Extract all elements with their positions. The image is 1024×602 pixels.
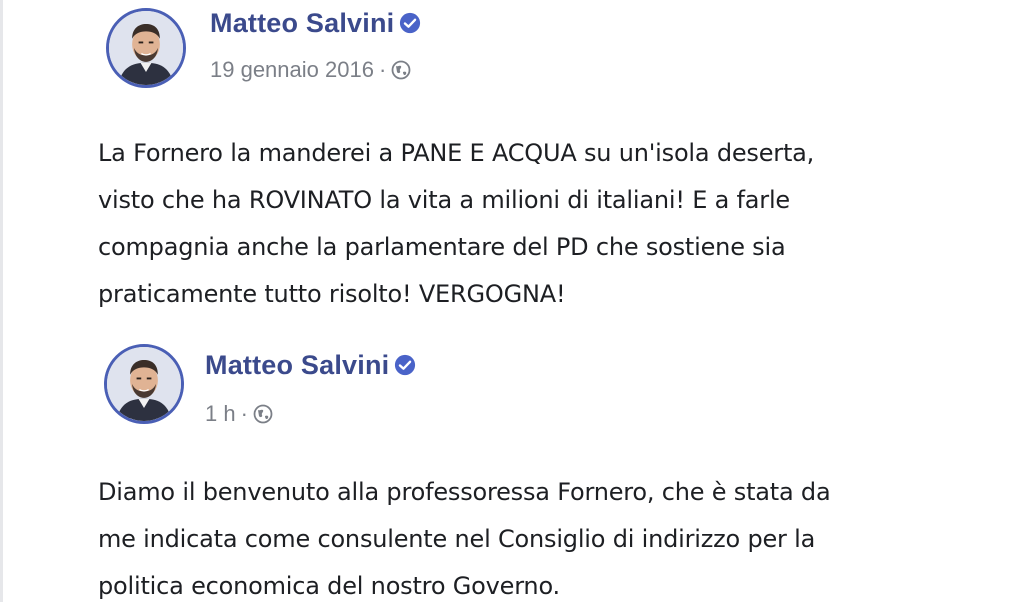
globe-icon[interactable]: [391, 60, 411, 80]
post-meta: 1 h ·: [205, 401, 273, 427]
verified-badge-icon: [400, 12, 421, 34]
post-body: La Fornero la manderei a PANE E ACQUA su…: [98, 130, 998, 318]
avatar-portrait-icon: [109, 11, 183, 85]
post-body-line: politica economica del nostro Governo.: [98, 572, 560, 600]
author-avatar[interactable]: [104, 344, 184, 424]
meta-separator: ·: [240, 401, 248, 426]
author-name[interactable]: Matteo Salvini: [205, 350, 416, 381]
author-name-text[interactable]: Matteo Salvini: [205, 350, 389, 380]
post-body-line: compagnia anche la parlamentare del PD c…: [98, 233, 786, 261]
author-name-text[interactable]: Matteo Salvini: [210, 8, 394, 38]
left-edge-divider: [0, 0, 3, 602]
post-body-line: visto che ha ROVINATO la vita a milioni …: [98, 186, 790, 214]
post-body-line: La Fornero la manderei a PANE E ACQUA su…: [98, 139, 815, 167]
avatar-portrait-icon: [107, 347, 181, 421]
post-meta: 19 gennaio 2016 ·: [210, 57, 411, 83]
globe-icon[interactable]: [253, 404, 273, 424]
post-body-line: Diamo il benvenuto alla professoressa Fo…: [98, 478, 831, 506]
meta-separator: ·: [378, 57, 387, 82]
author-name[interactable]: Matteo Salvini: [210, 8, 421, 39]
author-avatar[interactable]: [106, 8, 186, 88]
post-timestamp[interactable]: 1 h: [205, 401, 236, 426]
post-body-line: praticamente tutto risolto! VERGOGNA!: [98, 280, 566, 308]
post-body-line: me indicata come consulente nel Consigli…: [98, 525, 816, 553]
verified-badge-icon: [395, 354, 416, 376]
post-body: Diamo il benvenuto alla professoressa Fo…: [98, 469, 998, 602]
post-timestamp[interactable]: 19 gennaio 2016: [210, 57, 374, 82]
